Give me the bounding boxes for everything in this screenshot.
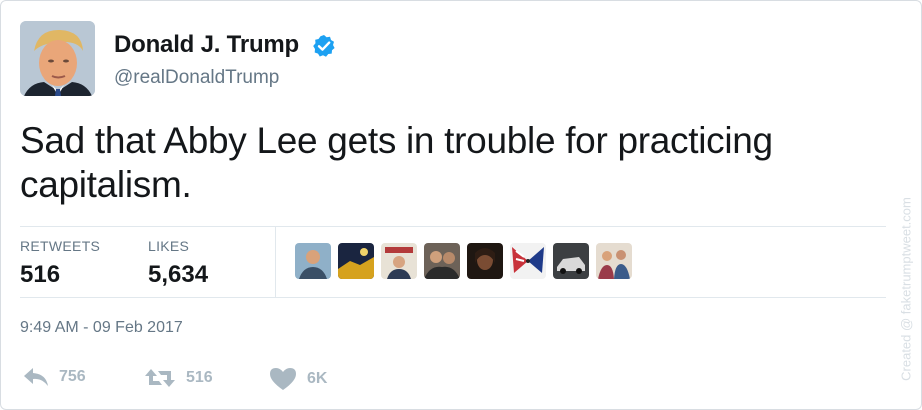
like-count: 6K <box>307 370 328 387</box>
display-name-text: Donald J. Trump <box>114 31 300 58</box>
stats-bottom-divider <box>20 297 886 298</box>
watermark-text: Created @ faketrumptweet.com <box>898 197 914 381</box>
reply-button[interactable]: 756 <box>23 367 86 387</box>
stats-vertical-divider <box>275 227 276 297</box>
profile-avatar[interactable] <box>20 21 95 96</box>
retweets-count[interactable]: 516 <box>20 261 60 289</box>
liker-avatar[interactable] <box>424 243 460 279</box>
heart-icon <box>270 368 296 390</box>
avatar-image <box>20 21 95 96</box>
tweet-card: Donald J. Trump @realDonaldTrump Sad tha… <box>0 0 922 410</box>
liker-avatars <box>295 243 632 279</box>
liker-avatar[interactable] <box>295 243 331 279</box>
tweet-text: Sad that Abby Lee gets in trouble for pr… <box>20 120 773 205</box>
retweet-icon <box>145 369 175 387</box>
stats-top-divider <box>20 226 886 227</box>
retweets-label[interactable]: RETWEETS <box>20 238 100 254</box>
tweet-timestamp[interactable]: 9:49 AM - 09 Feb 2017 <box>20 319 183 337</box>
liker-avatar[interactable] <box>510 243 546 279</box>
username-handle[interactable]: @realDonaldTrump <box>114 67 279 89</box>
liker-avatar[interactable] <box>596 243 632 279</box>
liker-avatar[interactable] <box>338 243 374 279</box>
display-name[interactable]: Donald J. Trump <box>114 31 336 59</box>
liker-avatar[interactable] <box>381 243 417 279</box>
liker-avatar[interactable] <box>467 243 503 279</box>
retweet-button[interactable]: 516 <box>144 367 213 389</box>
likes-count[interactable]: 5,634 <box>148 261 208 289</box>
verified-badge-icon <box>312 34 335 57</box>
retweet-count: 516 <box>186 369 213 386</box>
likes-label[interactable]: LIKES <box>148 238 189 254</box>
liker-avatar[interactable] <box>553 243 589 279</box>
watermark: Created @ faketrumptweet.com <box>897 179 915 399</box>
reply-count: 756 <box>59 368 86 385</box>
reply-icon <box>24 368 48 386</box>
like-button[interactable]: 6K <box>269 367 327 391</box>
